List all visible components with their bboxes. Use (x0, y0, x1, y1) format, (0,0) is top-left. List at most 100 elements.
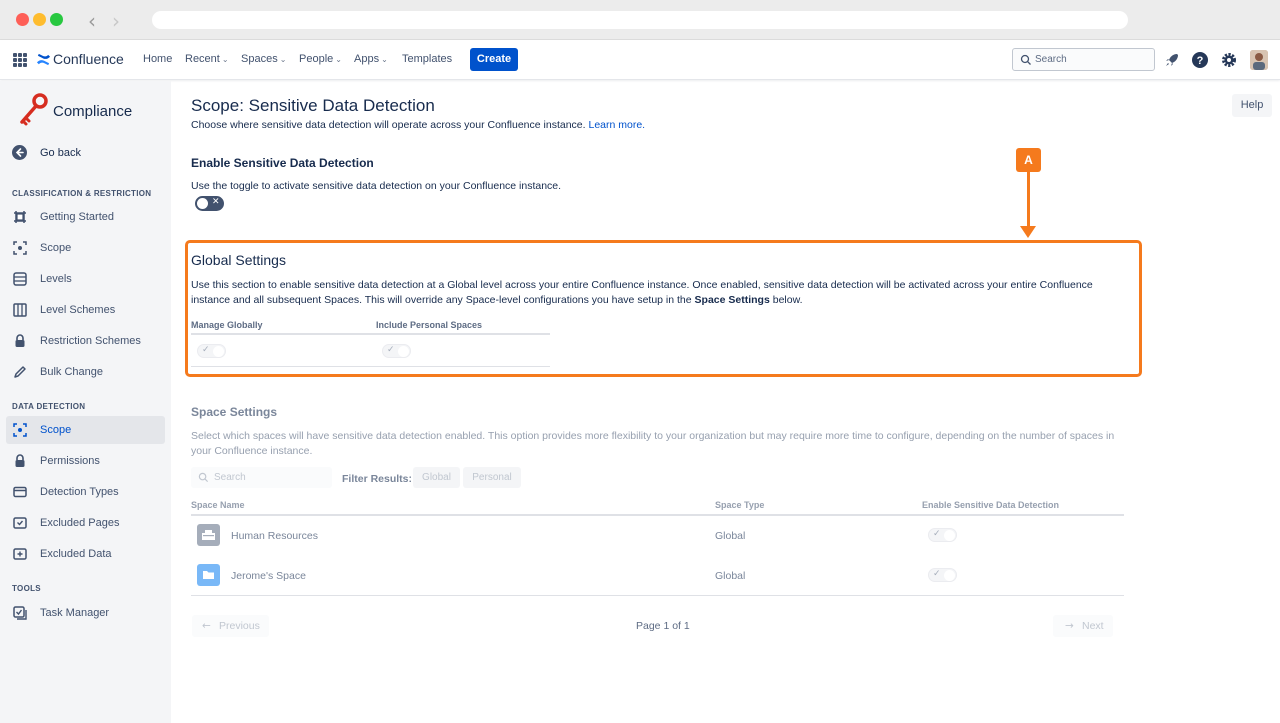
include-personal-spaces-toggle[interactable]: ✓ (382, 344, 411, 358)
address-bar[interactable] (152, 11, 1128, 29)
settings-gear-icon[interactable] (1220, 51, 1238, 69)
filter-results-label: Filter Results: (342, 473, 413, 485)
filter-global-button[interactable]: Global (413, 467, 460, 488)
window-close-button[interactable] (16, 13, 29, 26)
sidebar-item-level-schemes[interactable]: Level Schemes (6, 296, 165, 324)
user-avatar[interactable] (1250, 50, 1268, 70)
sidebar-item-label: Task Manager (40, 607, 110, 619)
table-header-divider (191, 514, 1124, 516)
lock-icon (15, 454, 25, 467)
space-settings-reference: Space Settings (694, 293, 770, 306)
arrow-left-icon: ← (202, 620, 211, 632)
sidebar-item-scope[interactable]: Scope (6, 234, 165, 262)
sidebar-item-label: Detection Types (40, 486, 119, 498)
nav-spaces[interactable]: Spaces ⌄ (241, 53, 286, 65)
chevron-down-icon: ⌄ (221, 55, 229, 64)
sidebar-item-task-manager[interactable]: Task Manager (6, 599, 165, 627)
space-building-icon (197, 524, 220, 546)
notifications-rocket-icon[interactable] (1163, 51, 1181, 69)
sidebar-item-label: Scope (40, 242, 72, 254)
nav-apps[interactable]: Apps ⌄ (354, 53, 388, 65)
chevron-down-icon: ⌄ (335, 55, 342, 64)
sidebar-item-permissions[interactable]: Permissions (6, 447, 165, 475)
help-button[interactable]: Help (1232, 94, 1272, 117)
toggle-knob (197, 198, 208, 209)
toggle-knob (944, 570, 955, 581)
global-row-divider (191, 366, 550, 367)
confluence-brand[interactable]: Confluence (53, 51, 124, 67)
browser-forward-icon[interactable]: › (112, 9, 120, 33)
column-enable-detection: Enable Sensitive Data Detection (922, 500, 1060, 510)
card-icon (13, 486, 27, 498)
nav-recent[interactable]: Recent ⌄ (185, 53, 229, 65)
sidebar-item-detection-types[interactable]: Detection Types (6, 478, 165, 506)
column-space-type: Space Type (715, 500, 765, 510)
next-page-button[interactable]: → Next (1053, 615, 1113, 637)
check-icon: ✓ (387, 345, 395, 355)
manage-globally-toggle[interactable]: ✓ (197, 344, 226, 358)
sidebar-item-levels[interactable]: Levels (6, 265, 165, 293)
annotation-highlight-box (185, 240, 1142, 377)
excluded-data-icon (13, 548, 27, 560)
levels-icon (13, 272, 27, 286)
space-name[interactable]: Human Resources (231, 530, 318, 542)
window-minimize-button[interactable] (33, 13, 46, 26)
global-settings-title: Global Settings (191, 252, 286, 268)
enable-section-title: Enable Sensitive Data Detection (191, 156, 374, 170)
search-input[interactable]: Search (1012, 48, 1155, 71)
check-icon: ✓ (933, 569, 941, 579)
sidebar-item-restriction-schemes[interactable]: Restriction Schemes (6, 327, 165, 355)
space-detection-toggle[interactable]: ✓ (928, 568, 957, 582)
annotation-badge: A (1016, 148, 1041, 172)
sidebar-item-bulk-change[interactable]: Bulk Change (6, 358, 165, 386)
scope-icon (13, 241, 27, 255)
browser-back-icon[interactable]: ‹ (88, 9, 96, 33)
section-title-data-detection: DATA DETECTION (12, 402, 86, 411)
space-settings-title: Space Settings (191, 405, 278, 419)
space-detection-toggle[interactable]: ✓ (928, 528, 957, 542)
window-maximize-button[interactable] (50, 13, 63, 26)
search-icon (198, 472, 209, 483)
space-type: Global (715, 530, 746, 542)
learn-more-link[interactable]: Learn more. (588, 119, 645, 131)
sidebar-item-label: Level Schemes (40, 304, 116, 316)
space-name[interactable]: Jerome's Space (231, 570, 306, 582)
chevron-down-icon: ⌄ (381, 55, 388, 64)
sidebar-item-label: Restriction Schemes (40, 335, 141, 347)
sidebar-item-label: Excluded Pages (40, 517, 120, 529)
annotation-arrow-head-icon (1020, 226, 1036, 238)
nav-people[interactable]: People ⌄ (299, 53, 342, 65)
pencil-icon (14, 366, 26, 378)
sidebar-item-excluded-pages[interactable]: Excluded Pages (6, 509, 165, 537)
sidebar-item-getting-started[interactable]: Getting Started (6, 203, 165, 231)
search-placeholder: Search (1035, 54, 1067, 65)
sidebar-item-label: Getting Started (40, 211, 114, 223)
nav-templates[interactable]: Templates (402, 53, 452, 65)
compliance-key-logo-icon (20, 93, 48, 126)
sidebar-item-label: Excluded Data (40, 548, 112, 560)
sidebar-item-excluded-data[interactable]: Excluded Data (6, 540, 165, 568)
lock-icon (15, 334, 25, 347)
top-navigation: Confluence Home Recent ⌄ Spaces ⌄ People ⌄ … (0, 40, 1280, 80)
space-search-input[interactable]: Search (191, 467, 332, 488)
page-description: Choose where sensitive data detection wi… (191, 119, 646, 131)
app-switcher-icon[interactable] (13, 53, 27, 67)
enable-detection-toggle[interactable]: ✕ (195, 196, 224, 211)
nav-home[interactable]: Home (143, 53, 172, 65)
confluence-logo-icon[interactable] (36, 52, 51, 67)
sidebar-item-label: Bulk Change (40, 366, 103, 378)
help-icon[interactable]: ? (1191, 51, 1209, 69)
toggle-knob (944, 530, 955, 541)
close-icon: ✕ (212, 197, 220, 207)
previous-page-button[interactable]: ← Previous (192, 615, 269, 637)
previous-label: Previous (219, 620, 260, 632)
level-schemes-icon (13, 303, 27, 317)
create-button[interactable]: Create (470, 48, 518, 71)
sidebar-item-data-detection-scope[interactable]: Scope (6, 416, 165, 444)
table-bottom-divider (191, 595, 1124, 596)
column-space-name: Space Name (191, 500, 245, 510)
sidebar: Compliance Go back CLASSIFICATION & REST… (0, 81, 171, 723)
filter-personal-button[interactable]: Personal (463, 467, 521, 488)
scope-icon (13, 423, 27, 437)
arrow-left-icon (12, 145, 27, 160)
